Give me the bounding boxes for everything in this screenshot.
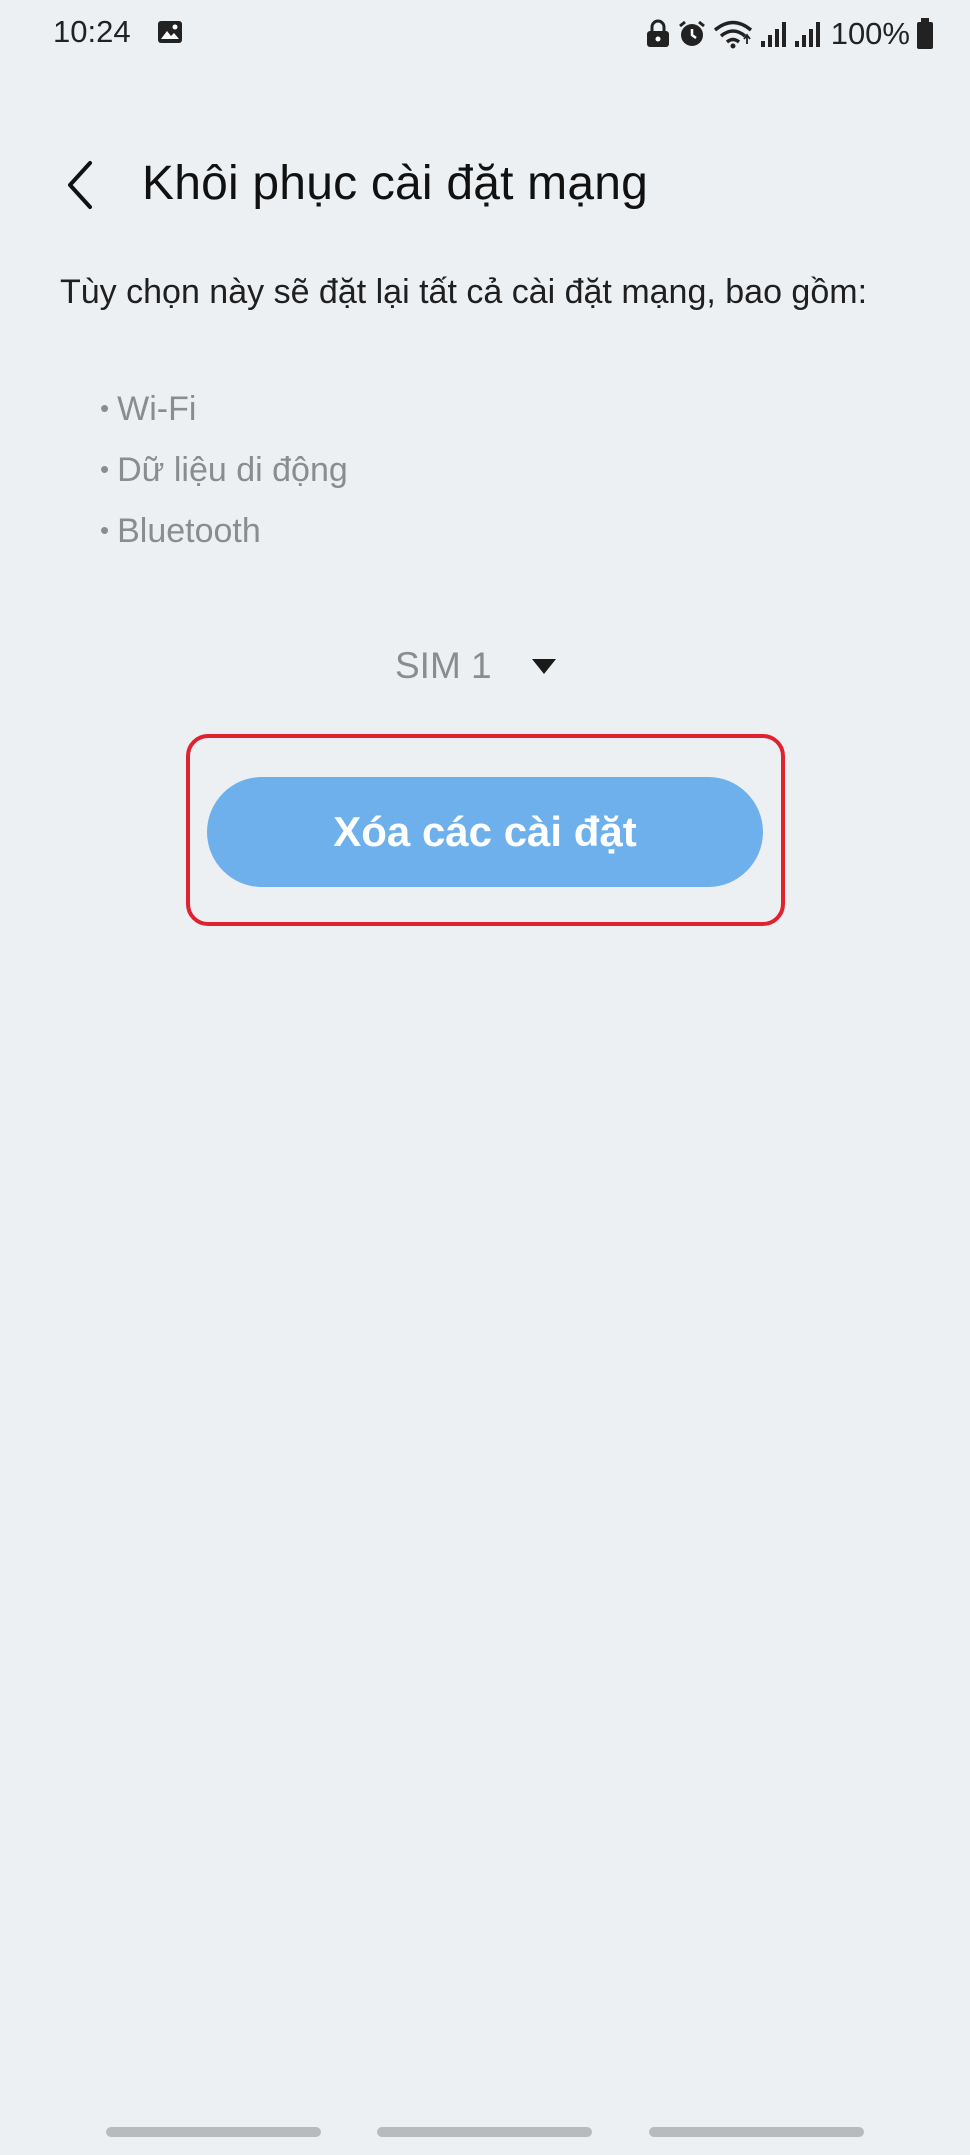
- bullet-icon: •: [100, 515, 110, 545]
- nav-recents-handle[interactable]: [106, 2127, 321, 2137]
- list-item-label: Wi-Fi: [117, 390, 197, 428]
- alarm-icon: [678, 20, 705, 46]
- chevron-left-icon: [68, 161, 92, 209]
- bullet-icon: •: [100, 454, 110, 484]
- signal-icon: [794, 22, 820, 47]
- dropdown-arrow-icon: [531, 658, 556, 674]
- list-item: • Bluetooth: [100, 502, 348, 563]
- app-header: Khôi phục cài đặt mạng: [0, 140, 970, 230]
- sim-selector-dropdown[interactable]: SIM 1: [395, 638, 556, 694]
- list-item: • Wi-Fi: [100, 380, 348, 441]
- status-time: 10:24: [53, 14, 131, 49]
- wifi-icon: [713, 20, 752, 49]
- gallery-icon: [158, 21, 182, 43]
- navigation-bar: [0, 2127, 970, 2139]
- nav-back-handle[interactable]: [649, 2127, 864, 2137]
- battery-icon: [917, 18, 933, 49]
- reset-settings-button[interactable]: Xóa các cài đặt: [207, 777, 763, 887]
- list-item-label: Dữ liệu di động: [117, 451, 348, 489]
- reset-items-list: • Wi-Fi • Dữ liệu di động • Bluetooth: [100, 380, 348, 563]
- back-button[interactable]: [50, 150, 110, 220]
- bullet-icon: •: [100, 393, 110, 423]
- nav-home-handle[interactable]: [377, 2127, 592, 2137]
- status-icons: 100%: [645, 13, 934, 55]
- lock-icon: [646, 19, 669, 47]
- signal-icon: [760, 22, 786, 47]
- description-text: Tùy chọn này sẽ đặt lại tất cả cài đặt m…: [60, 273, 868, 311]
- battery-percentage: 100%: [830, 16, 910, 51]
- list-item-label: Bluetooth: [117, 512, 261, 550]
- list-item: • Dữ liệu di động: [100, 441, 348, 502]
- sim-selected-value: SIM 1: [395, 645, 492, 686]
- status-bar: 10:24 100%: [0, 0, 970, 70]
- page-title: Khôi phục cài đặt mạng: [142, 157, 649, 210]
